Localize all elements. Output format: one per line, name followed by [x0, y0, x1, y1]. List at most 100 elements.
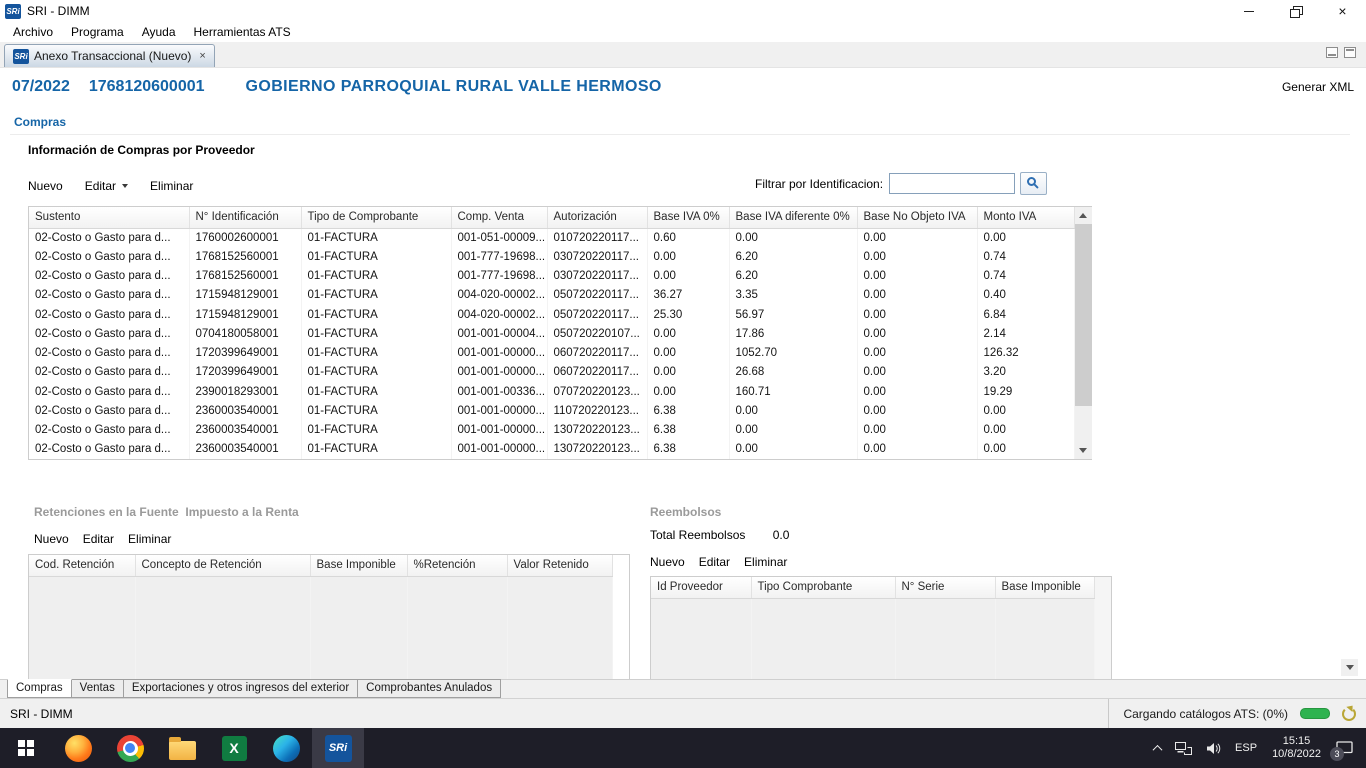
taskbar: X SRi ESP 15:15 10/8/2022 3 — [0, 728, 1366, 768]
header-bar: 07/2022 1768120600001 GOBIERNO PARROQUIA… — [0, 68, 1366, 106]
scroll-thumb[interactable] — [1075, 224, 1092, 406]
taskbar-edge-button[interactable] — [260, 728, 312, 768]
network-icon[interactable] — [1168, 728, 1199, 768]
compras-nuevo-button[interactable]: Nuevo — [28, 179, 63, 193]
view-minimize-icon[interactable] — [1326, 47, 1338, 58]
compras-col-base-iva-0[interactable]: Base IVA 0% — [647, 207, 729, 228]
editar-dropdown-icon[interactable] — [122, 184, 128, 188]
bottom-tab-exportaciones-y-otros-ingresos-del-exterior[interactable]: Exportaciones y otros ingresos del exter… — [124, 679, 358, 698]
window-titlebar: SRi SRI - DIMM × — [0, 0, 1366, 22]
retenciones-eliminar-button[interactable]: Eliminar — [128, 532, 171, 546]
start-button[interactable] — [0, 728, 52, 768]
language-indicator[interactable]: ESP — [1228, 728, 1264, 768]
compras-col-n-identificaci-n[interactable]: N° Identificación — [189, 207, 301, 228]
reembolsos-toolbar: Nuevo Editar Eliminar — [650, 555, 801, 569]
reembolsos-col-base-imponible[interactable]: Base Imponible — [995, 577, 1094, 598]
compras-table-row[interactable]: 02-Costo o Gasto para d...23600035400010… — [29, 440, 1074, 459]
retenciones-col-retenci-n[interactable]: %Retención — [407, 555, 507, 576]
filter-identificacion-input[interactable] — [889, 173, 1015, 194]
filter-group: Filtrar por Identificacion: — [755, 172, 1047, 195]
compras-col-monto-iva[interactable]: Monto IVA — [977, 207, 1074, 228]
taskbar-firefox-button[interactable] — [52, 728, 104, 768]
clock-date: 10/8/2022 — [1272, 748, 1321, 760]
entity-name-label: GOBIERNO PARROQUIAL RURAL VALLE HERMOSO — [246, 78, 662, 96]
taskbar-sri-button[interactable]: SRi — [312, 728, 364, 768]
retenciones-editar-button[interactable]: Editar — [83, 532, 114, 546]
clock[interactable]: 15:15 10/8/2022 — [1264, 728, 1329, 768]
reembolsos-col-id-proveedor[interactable]: Id Proveedor — [651, 577, 751, 598]
compras-group-label: Compras — [14, 115, 66, 129]
menu-ayuda[interactable]: Ayuda — [133, 23, 185, 41]
retenciones-col-concepto-de-retenci-n[interactable]: Concepto de Retención — [135, 555, 310, 576]
search-button[interactable] — [1020, 172, 1047, 195]
menu-programa[interactable]: Programa — [62, 23, 133, 41]
firefox-icon — [65, 735, 92, 762]
taskbar-excel-button[interactable]: X — [208, 728, 260, 768]
menu-archivo[interactable]: Archivo — [4, 23, 62, 41]
compras-table-row[interactable]: 02-Costo o Gasto para d...07041800580010… — [29, 324, 1074, 343]
compras-table-row[interactable]: 02-Costo o Gasto para d...17600026000010… — [29, 228, 1074, 247]
window-controls: × — [1225, 0, 1366, 22]
compras-table-row[interactable]: 02-Costo o Gasto para d...17681525600010… — [29, 247, 1074, 266]
reembolsos-nuevo-button[interactable]: Nuevo — [650, 555, 685, 569]
retenciones-col-valor-retenido[interactable]: Valor Retenido — [507, 555, 612, 576]
reembolsos-eliminar-button[interactable]: Eliminar — [744, 555, 787, 569]
generar-xml-button[interactable]: Generar XML — [1282, 80, 1354, 94]
compras-eliminar-button[interactable]: Eliminar — [150, 179, 193, 193]
reembolsos-title: Reembolsos — [650, 505, 721, 519]
menu-herramientas-ats[interactable]: Herramientas ATS — [185, 23, 300, 41]
total-reembolsos-row: Total Reembolsos 0.0 — [650, 528, 789, 542]
reembolsos-scrollbar[interactable] — [1095, 577, 1112, 679]
system-tray: ESP 15:15 10/8/2022 3 — [1147, 728, 1366, 768]
edge-icon — [273, 735, 300, 762]
volume-icon[interactable] — [1199, 728, 1228, 768]
compras-table-row[interactable]: 02-Costo o Gasto para d...23600035400010… — [29, 401, 1074, 420]
compras-col-base-iva-diferente-0[interactable]: Base IVA diferente 0% — [729, 207, 857, 228]
retenciones-title: Retenciones en la Fuente Impuesto a la R… — [34, 505, 299, 519]
compras-table-row[interactable]: 02-Costo o Gasto para d...17203996490010… — [29, 363, 1074, 382]
tray-chevron-icon[interactable] — [1147, 728, 1168, 768]
compras-table-row[interactable]: 02-Costo o Gasto para d...17681525600010… — [29, 267, 1074, 286]
compras-panel: Compras Información de Compras por Prove… — [0, 106, 1366, 679]
tab-close-icon[interactable]: × — [199, 50, 205, 62]
reembolsos-editar-button[interactable]: Editar — [699, 555, 730, 569]
compras-col-comp-venta[interactable]: Comp. Venta — [451, 207, 547, 228]
reembolsos-table-header: Id ProveedorTipo ComprobanteN° SerieBase… — [651, 577, 1094, 598]
bottom-tab-comprobantes-anulados[interactable]: Comprobantes Anulados — [358, 679, 501, 698]
close-icon: × — [1338, 4, 1346, 18]
compras-table-row[interactable]: 02-Costo o Gasto para d...23900182930010… — [29, 382, 1074, 401]
scroll-up-arrow[interactable] — [1075, 207, 1092, 224]
restore-button[interactable] — [1272, 0, 1319, 22]
compras-table-row[interactable]: 02-Costo o Gasto para d...17203996490010… — [29, 344, 1074, 363]
compras-col-sustento[interactable]: Sustento — [29, 207, 189, 228]
compras-table-row[interactable]: 02-Costo o Gasto para d...17159481290010… — [29, 286, 1074, 305]
compras-col-autorizaci-n[interactable]: Autorización — [547, 207, 647, 228]
reembolsos-col-n-serie[interactable]: N° Serie — [895, 577, 995, 598]
compras-scrollbar[interactable] — [1075, 207, 1092, 459]
taskbar-explorer-button[interactable] — [156, 728, 208, 768]
scroll-down-arrow[interactable] — [1075, 442, 1092, 459]
reembolsos-col-tipo-comprobante[interactable]: Tipo Comprobante — [751, 577, 895, 598]
compras-table-row[interactable]: 02-Costo o Gasto para d...23600035400010… — [29, 421, 1074, 440]
compras-table: SustentoN° IdentificaciónTipo de Comprob… — [28, 206, 1092, 460]
catalog-refresh-icon — [1342, 707, 1356, 721]
tab-anexo-transaccional[interactable]: SRi Anexo Transaccional (Nuevo) × — [4, 44, 215, 67]
retenciones-col-cod-retenci-n[interactable]: Cod. Retención — [29, 555, 135, 576]
compras-editar-button[interactable]: Editar — [85, 179, 128, 193]
bottom-tab-ventas[interactable]: Ventas — [72, 679, 124, 698]
taskbar-chrome-button[interactable] — [104, 728, 156, 768]
compras-table-row[interactable]: 02-Costo o Gasto para d...17159481290010… — [29, 305, 1074, 324]
minimize-button[interactable] — [1225, 0, 1272, 22]
notifications-button[interactable]: 3 — [1329, 728, 1360, 768]
view-maximize-icon[interactable] — [1344, 47, 1356, 58]
sri-app-icon: SRi — [325, 735, 352, 762]
tab-sri-icon: SRi — [13, 49, 29, 64]
compras-col-tipo-de-comprobante[interactable]: Tipo de Comprobante — [301, 207, 451, 228]
retenciones-nuevo-button[interactable]: Nuevo — [34, 532, 69, 546]
bottom-tab-compras[interactable]: Compras — [7, 679, 72, 698]
tab-label: Anexo Transaccional (Nuevo) — [34, 49, 191, 63]
panel-scroll-down-arrow[interactable] — [1341, 659, 1358, 676]
close-button[interactable]: × — [1319, 0, 1366, 22]
retenciones-col-base-imponible[interactable]: Base Imponible — [310, 555, 407, 576]
compras-col-base-no-objeto-iva[interactable]: Base No Objeto IVA — [857, 207, 977, 228]
